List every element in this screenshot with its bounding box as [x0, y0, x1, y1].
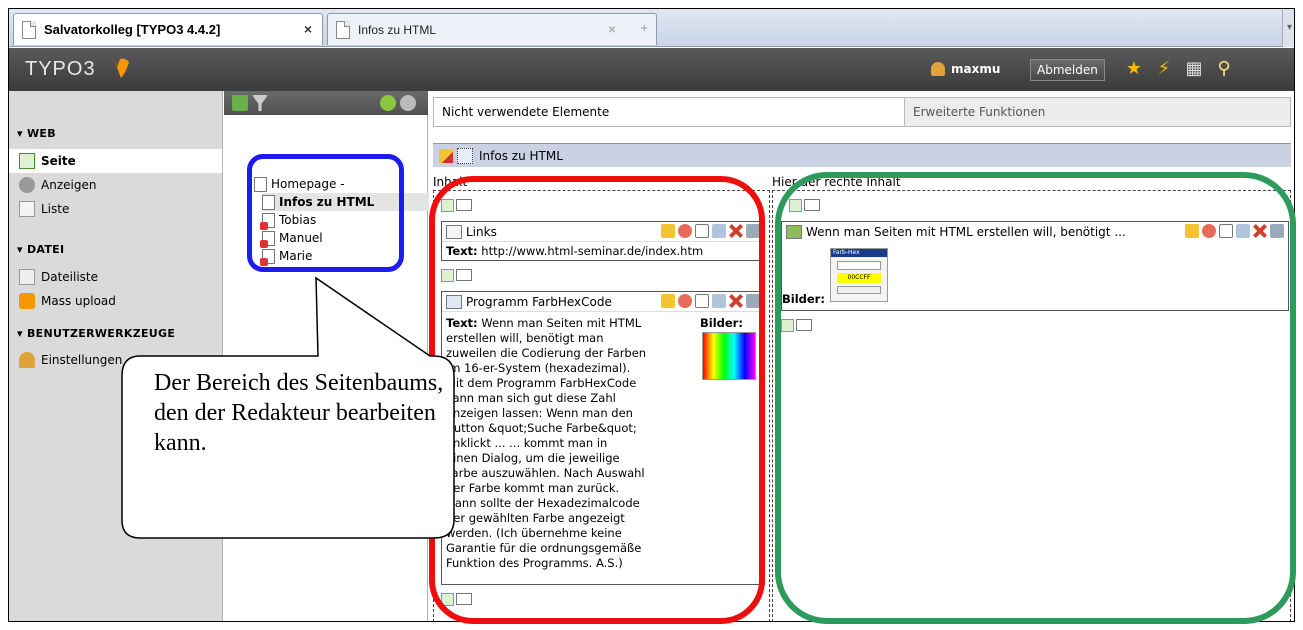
user-settings-icon — [19, 352, 35, 368]
bolt-icon[interactable]: ⚡ — [1154, 59, 1174, 79]
group-web[interactable]: ▾ WEB — [17, 127, 56, 140]
browser-tab-bar: Salvatorkolleg [TYPO3 4.4.2] × Infos zu … — [9, 9, 1294, 47]
page-icon — [19, 153, 35, 169]
group-datei[interactable]: ▾ DATEI — [17, 243, 64, 256]
new-tab-icon[interactable]: + — [640, 20, 648, 35]
new-page-icon[interactable] — [232, 95, 248, 111]
close-icon[interactable]: × — [608, 21, 616, 37]
typo3-logo[interactable]: TYPO3 — [25, 58, 96, 81]
page-header: Infos zu HTML — [433, 143, 1291, 167]
edit-icon[interactable] — [439, 148, 453, 163]
highlight-right-column-ring — [775, 172, 1296, 624]
highlight-page-tree-ring — [247, 154, 404, 272]
module-anzeigen[interactable]: Anzeigen — [9, 173, 222, 197]
username: maxmu — [951, 62, 1001, 76]
typo3-logo-mark-icon — [111, 58, 129, 78]
tab-label: Infos zu HTML — [358, 22, 437, 37]
logout-button[interactable]: Abmelden — [1030, 59, 1105, 81]
toolbar-icons: ★ ⚡ ▦ ⚲ — [1124, 59, 1234, 79]
view-icon[interactable] — [457, 147, 473, 164]
page-icon — [336, 20, 350, 39]
tree-toolbar — [224, 91, 428, 115]
tab-label: Salvatorkolleg [TYPO3 4.4.2] — [44, 22, 221, 37]
help-icon[interactable] — [400, 95, 416, 111]
page-title: Infos zu HTML — [479, 148, 563, 163]
browser-tab-infos-zu-html[interactable]: Infos zu HTML × + — [327, 13, 657, 45]
star-icon[interactable]: ★ — [1124, 59, 1144, 79]
highlight-left-column-ring — [429, 176, 765, 624]
folder-icon — [19, 269, 35, 285]
callout-text: Der Bereich des Seitenbaums, den der Red… — [154, 370, 444, 456]
refresh-icon[interactable] — [380, 95, 396, 111]
browser-tab-salvatorkolleg[interactable]: Salvatorkolleg [TYPO3 4.4.2] × — [13, 13, 323, 45]
user-icon — [931, 62, 945, 76]
eye-icon — [19, 177, 35, 193]
user-menu[interactable]: maxmu — [931, 62, 1000, 76]
typo3-topbar: TYPO3 maxmu Abmelden ★ ⚡ ▦ ⚲ — [9, 48, 1294, 91]
content-tabs: Nicht verwendete Elemente Erweiterte Fun… — [433, 97, 1291, 127]
module-liste[interactable]: Liste — [9, 197, 222, 221]
module-label: Einstellungen — [41, 353, 123, 367]
tab-erweiterte-funktionen[interactable]: Erweiterte Funktionen — [904, 98, 1290, 126]
documents-icon[interactable]: ▦ — [1184, 59, 1204, 79]
tab-nicht-verwendete-elemente[interactable]: Nicht verwendete Elemente — [434, 98, 904, 126]
module-label: Anzeigen — [41, 178, 97, 192]
list-icon — [19, 201, 35, 217]
tab-scroll-button[interactable]: ▾ — [1282, 9, 1294, 47]
page-icon — [22, 20, 36, 39]
filter-icon[interactable] — [252, 95, 268, 111]
module-label: Mass upload — [41, 294, 116, 308]
close-icon[interactable]: × — [304, 21, 312, 37]
module-label: Seite — [41, 154, 76, 168]
upload-icon — [19, 293, 35, 309]
module-label: Dateiliste — [41, 270, 99, 284]
search-icon[interactable]: ⚲ — [1214, 59, 1234, 79]
module-label: Liste — [41, 202, 70, 216]
module-seite[interactable]: Seite — [9, 149, 222, 173]
